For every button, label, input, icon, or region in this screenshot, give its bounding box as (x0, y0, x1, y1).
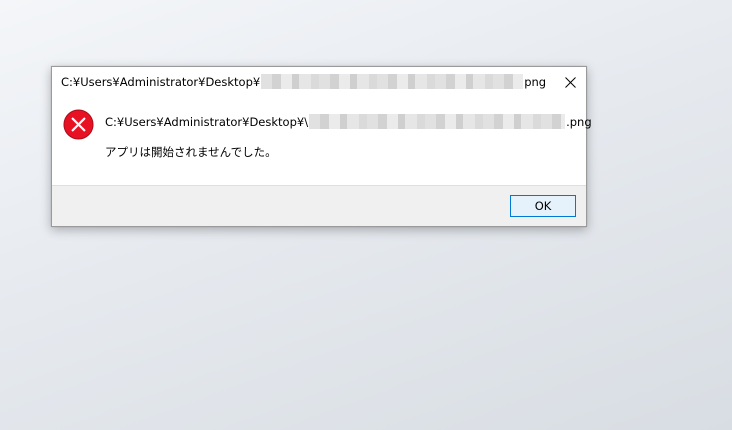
ok-button[interactable]: OK (510, 195, 576, 217)
message-path-prefix: C:¥Users¥Administrator¥Desktop¥\ (105, 114, 309, 129)
title-path-prefix: C:¥Users¥Administrator¥Desktop¥ (61, 74, 261, 89)
error-icon (63, 109, 94, 140)
redacted-filename (261, 74, 524, 89)
dialog-footer: OK (52, 185, 586, 226)
close-button[interactable] (555, 67, 586, 98)
title-path-suffix: png (524, 74, 547, 89)
message-path-suffix: .png (566, 114, 592, 129)
error-dialog: C:¥Users¥Administrator¥Desktop¥ png C:¥U… (51, 66, 592, 227)
dialog-content: C:¥Users¥Administrator¥Desktop¥\ .png アプ… (52, 98, 592, 187)
dialog-title: C:¥Users¥Administrator¥Desktop¥ png (61, 74, 546, 89)
error-message: アプリは開始されませんでした。 (105, 145, 277, 159)
redacted-filename (309, 114, 566, 129)
message-file-path: C:¥Users¥Administrator¥Desktop¥\ .png (105, 114, 592, 129)
close-icon (565, 77, 576, 88)
dialog-titlebar[interactable]: C:¥Users¥Administrator¥Desktop¥ png (52, 67, 586, 98)
